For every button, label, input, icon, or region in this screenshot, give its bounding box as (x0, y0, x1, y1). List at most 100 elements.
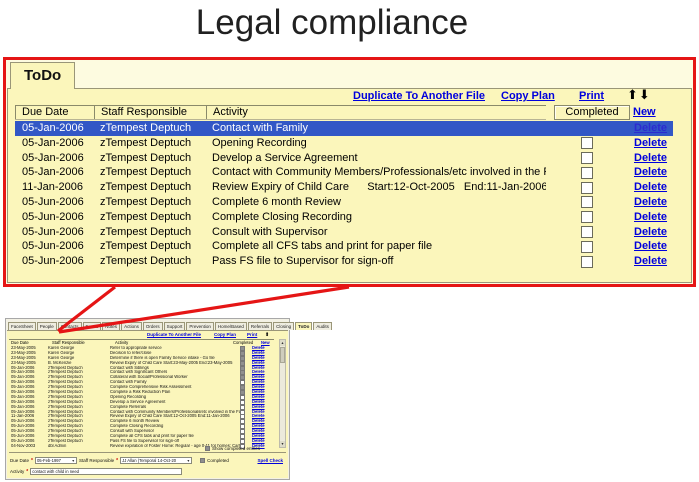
thumbnail-tab[interactable]: Audits (313, 322, 332, 330)
thumbnail-tab[interactable]: ToDo (295, 322, 312, 330)
completed-cell (546, 180, 628, 195)
completed-toggle[interactable]: Completed (200, 458, 229, 463)
completed-checkbox[interactable] (581, 241, 593, 253)
thumbnail-tab[interactable]: Notes (102, 322, 120, 330)
scrollbar[interactable]: ▲ ▼ (279, 339, 286, 448)
table-row[interactable]: 05-Jan-2006 zTempest Deptuch Contact wit… (15, 165, 673, 180)
copy-plan-link[interactable]: Copy Plan (214, 332, 236, 337)
thumbnail-tab[interactable]: Support (164, 322, 186, 330)
required-asterisk: * (116, 458, 118, 464)
table-row[interactable]: 05-Jun-2006 zTempest Deptuch Complete al… (15, 239, 673, 254)
thumbnail-tab[interactable]: Contacts (58, 322, 82, 330)
due-date-cell: 05-Jun-2006 (15, 195, 94, 210)
table-row[interactable]: 05-Jan-2006 zTempest Deptuch Opening Rec… (15, 136, 673, 151)
staff-responsible-field[interactable]: JJ Allan (Temporal 14-Oct-20 ▼ (120, 457, 192, 464)
completed-checkbox[interactable] (581, 152, 593, 164)
thumbnail-tab[interactable]: FaceSheet (8, 322, 36, 330)
delete-link[interactable]: Delete (634, 211, 667, 223)
scrollbar-thumb[interactable] (280, 347, 285, 363)
completed-cell (546, 151, 628, 166)
delete-link[interactable]: Delete (634, 196, 667, 208)
scroll-down-icon[interactable]: ▼ (280, 441, 285, 447)
completed-checkbox[interactable] (581, 256, 593, 268)
edit-form-row-2: Activity * contact with child in need (10, 467, 285, 476)
staff-cell: zTempest Deptuch (94, 121, 206, 136)
show-completed-checkbox[interactable] (205, 446, 210, 451)
thumbnail-tab[interactable]: Referrals (248, 322, 272, 330)
delete-link[interactable]: Delete (634, 226, 667, 238)
new-link[interactable]: New (633, 106, 656, 118)
activity-field[interactable]: contact with child in need (30, 468, 182, 475)
due-date-field[interactable]: 05-Feb-1997 ▼ (35, 457, 77, 464)
delete-link[interactable]: Delete (634, 255, 667, 267)
due-date-cell: 04-Nov-2003 (9, 444, 48, 449)
required-asterisk: * (31, 458, 33, 464)
due-date-column-header: Due Date (15, 106, 94, 119)
table-row[interactable]: 05-Jun-2006 zTempest Deptuch Pass FS fil… (15, 254, 673, 269)
completed-checkbox[interactable] (581, 226, 593, 238)
thumbnail-tab[interactable]: People (37, 322, 57, 330)
completed-cell (546, 195, 628, 210)
delete-link[interactable]: Delete (634, 181, 667, 193)
down-arrow-icon[interactable]: ⬇ (265, 332, 269, 338)
staff-cell: zTempest Deptuch (94, 239, 206, 254)
staff-cell: zTempest Deptuch (94, 254, 206, 269)
table-header: Due Date Staff Responsible Activity (15, 105, 546, 120)
duplicate-to-another-file-link[interactable]: Duplicate To Another File (147, 332, 201, 337)
table-row[interactable]: 05-Jun-2006 zTempest Deptuch Consult wit… (15, 225, 673, 240)
activity-cell: Complete Closing Recording (206, 210, 546, 225)
table-row[interactable]: 05-Jan-2006 zTempest Deptuch Contact wit… (15, 121, 673, 136)
completed-checkbox[interactable] (581, 196, 593, 208)
thumbnail-content: Duplicate To Another File Copy Plan Prin… (7, 330, 288, 478)
delete-link[interactable]: Delete (634, 152, 667, 164)
thumbnail-toolbar: Duplicate To Another File Copy Plan Prin… (7, 332, 274, 338)
completed-checkbox[interactable] (581, 137, 593, 149)
show-completed-label: Show completed entries (212, 446, 260, 451)
thumbnail-tab[interactable]: Orders (143, 322, 163, 330)
completed-checkbox[interactable] (581, 182, 593, 194)
todo-callout-panel: ToDo Duplicate To Another File Copy Plan… (3, 57, 696, 287)
completed-cell (546, 254, 628, 269)
activity-cell: Complete 6 month Review (206, 195, 546, 210)
due-date-cell: 05-Jan-2006 (15, 121, 94, 136)
thumbnail-tab[interactable]: Forms (83, 322, 102, 330)
delete-link[interactable]: Delete (634, 166, 667, 178)
table-row[interactable]: 05-Jan-2006 zTempest Deptuch Develop a S… (15, 151, 673, 166)
staff-cell: zTempest Deptuch (94, 225, 206, 240)
activity-cell: Review Expiry of Child Care Start:12-Oct… (206, 180, 546, 195)
thumbnail-tab[interactable]: Closing (273, 322, 294, 330)
thumbnail-tab[interactable]: Actions (121, 322, 142, 330)
completed-column-header: Completed (554, 105, 630, 120)
copy-plan-link[interactable]: Copy Plan (501, 90, 555, 102)
thumbnail-tab[interactable]: Prevention (186, 322, 214, 330)
table-row[interactable]: 11-Jan-2006 zTempest Deptuch Review Expi… (15, 180, 673, 195)
thumbnail-tab[interactable]: Home/Based (215, 322, 247, 330)
required-asterisk: * (26, 469, 28, 475)
print-link[interactable]: Print (579, 90, 604, 102)
todo-table: 05-Jan-2006 zTempest Deptuch Contact wit… (15, 121, 673, 269)
show-completed-entries[interactable]: Show completed entries (205, 446, 260, 451)
completed-label: Completed (207, 458, 229, 463)
todo-tab[interactable]: ToDo (10, 62, 75, 89)
staff-cell: zTempest Deptuch (94, 180, 206, 195)
table-row[interactable]: 05-Jun-2006 zTempest Deptuch Complete Cl… (15, 210, 673, 225)
dropdown-icon[interactable]: ▼ (72, 459, 75, 463)
delete-link[interactable]: Delete (634, 240, 667, 252)
completed-checkbox[interactable] (581, 167, 593, 179)
staff-responsible-label: Staff Responsible (79, 458, 114, 463)
up-arrow-icon[interactable]: ⬆ (627, 88, 639, 103)
thumbnail-table-header: Due Date Staff Responsible Activity Comp… (9, 339, 274, 346)
due-date-cell: 11-Jan-2006 (15, 180, 94, 195)
duplicate-to-another-file-link[interactable]: Duplicate To Another File (353, 90, 485, 102)
scroll-up-icon[interactable]: ▲ (280, 340, 285, 346)
completed-checkbox[interactable] (200, 458, 205, 463)
print-link[interactable]: Print (247, 332, 257, 337)
spell-check-link[interactable]: Spell Check (257, 458, 283, 463)
table-row[interactable]: 05-Jun-2006 zTempest Deptuch Complete 6 … (15, 195, 673, 210)
dropdown-icon[interactable]: ▼ (187, 459, 190, 463)
activity-cell: Complete all CFS tabs and print for pape… (206, 239, 546, 254)
delete-link[interactable]: Delete (634, 137, 667, 149)
down-arrow-icon[interactable]: ⬇ (639, 88, 651, 103)
completed-checkbox[interactable] (581, 211, 593, 223)
delete-link[interactable]: Delete (634, 122, 667, 134)
